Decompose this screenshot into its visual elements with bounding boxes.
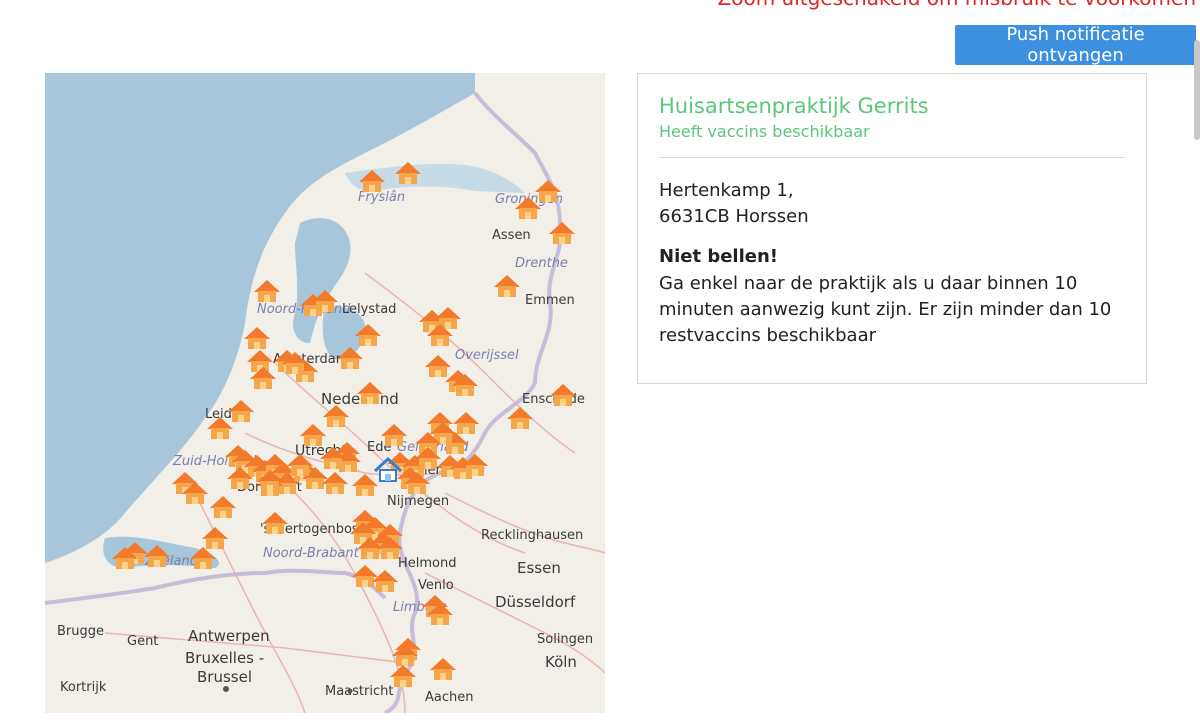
border-line-south [45, 568, 387, 605]
page-scrollbar[interactable] [1194, 40, 1200, 140]
label-koln: Köln [545, 653, 577, 671]
label-lelystad: Lelystad [342, 302, 396, 317]
house-icon[interactable] [549, 222, 575, 244]
house-icon[interactable] [494, 275, 520, 297]
house-icon[interactable] [507, 407, 533, 429]
label-noord-brabant: Noord-Brabant [263, 546, 360, 561]
address-line-2: 6631CB Horssen [659, 206, 809, 227]
house-icon[interactable] [247, 350, 273, 372]
house-icon[interactable] [430, 658, 456, 680]
label-emmen: Emmen [525, 293, 575, 308]
label-helmond: Helmond [398, 556, 457, 571]
practice-name: Huisartsenpraktijk Gerrits [659, 94, 929, 118]
practice-info-card: Huisartsenpraktijk Gerrits Heeft vaccins… [637, 73, 1147, 384]
label-solingen: Solingen [537, 632, 593, 647]
label-brugge: Brugge [57, 624, 104, 639]
label-recklinghausen: Recklinghausen [481, 528, 583, 543]
house-icon[interactable] [453, 412, 479, 434]
label-fryslan: Fryslân [358, 190, 405, 205]
label-maastricht: Maastricht [325, 684, 393, 699]
vaccine-map[interactable]: Fryslân Groningen Assen Drenthe Emmen No… [45, 73, 605, 713]
house-icon[interactable] [425, 355, 451, 377]
practice-address: Hertenkamp 1, 6631CB Horssen [659, 178, 809, 230]
house-icon[interactable] [244, 327, 270, 349]
label-dusseldorf: Düsseldorf [495, 593, 576, 611]
label-venlo: Venlo [418, 578, 454, 593]
address-line-1: Hertenkamp 1, [659, 180, 794, 201]
label-gent: Gent [127, 634, 158, 649]
house-icon[interactable] [323, 405, 349, 427]
label-overijssel: Overijssel [455, 348, 519, 363]
house-icon[interactable] [390, 665, 416, 687]
push-notification-button[interactable]: Push notificatie ontvangen [955, 24, 1196, 66]
map-canvas[interactable]: Fryslân Groningen Assen Drenthe Emmen No… [45, 73, 605, 713]
label-bruxelles: Bruxelles - [185, 649, 264, 667]
house-icon[interactable] [202, 527, 228, 549]
house-icon[interactable] [254, 280, 280, 302]
warning-title: Niet bellen! [659, 246, 778, 267]
house-icon[interactable] [352, 565, 378, 587]
label-brussel: Brussel [197, 668, 252, 686]
label-aachen: Aachen [425, 690, 473, 705]
label-nijmegen: Nijmegen [387, 494, 449, 509]
label-assen: Assen [492, 228, 531, 243]
label-antwerpen: Antwerpen [188, 627, 270, 645]
house-icon[interactable] [322, 472, 348, 494]
house-icon[interactable] [210, 496, 236, 518]
house-icon[interactable] [352, 474, 378, 496]
vaccine-status: Heeft vaccins beschikbaar [659, 122, 870, 141]
label-essen: Essen [517, 559, 561, 577]
warning-text: Ga enkel naar de praktijk als u daar bin… [659, 273, 1112, 346]
zoom-disabled-notice: Zoom uitgeschakeld om misbruik te voorko… [718, 0, 1196, 10]
label-kortrijk: Kortrijk [60, 680, 107, 695]
page: Zoom uitgeschakeld om misbruik te voorko… [0, 0, 1200, 726]
label-drenthe: Drenthe [515, 256, 568, 271]
divider [659, 157, 1125, 158]
